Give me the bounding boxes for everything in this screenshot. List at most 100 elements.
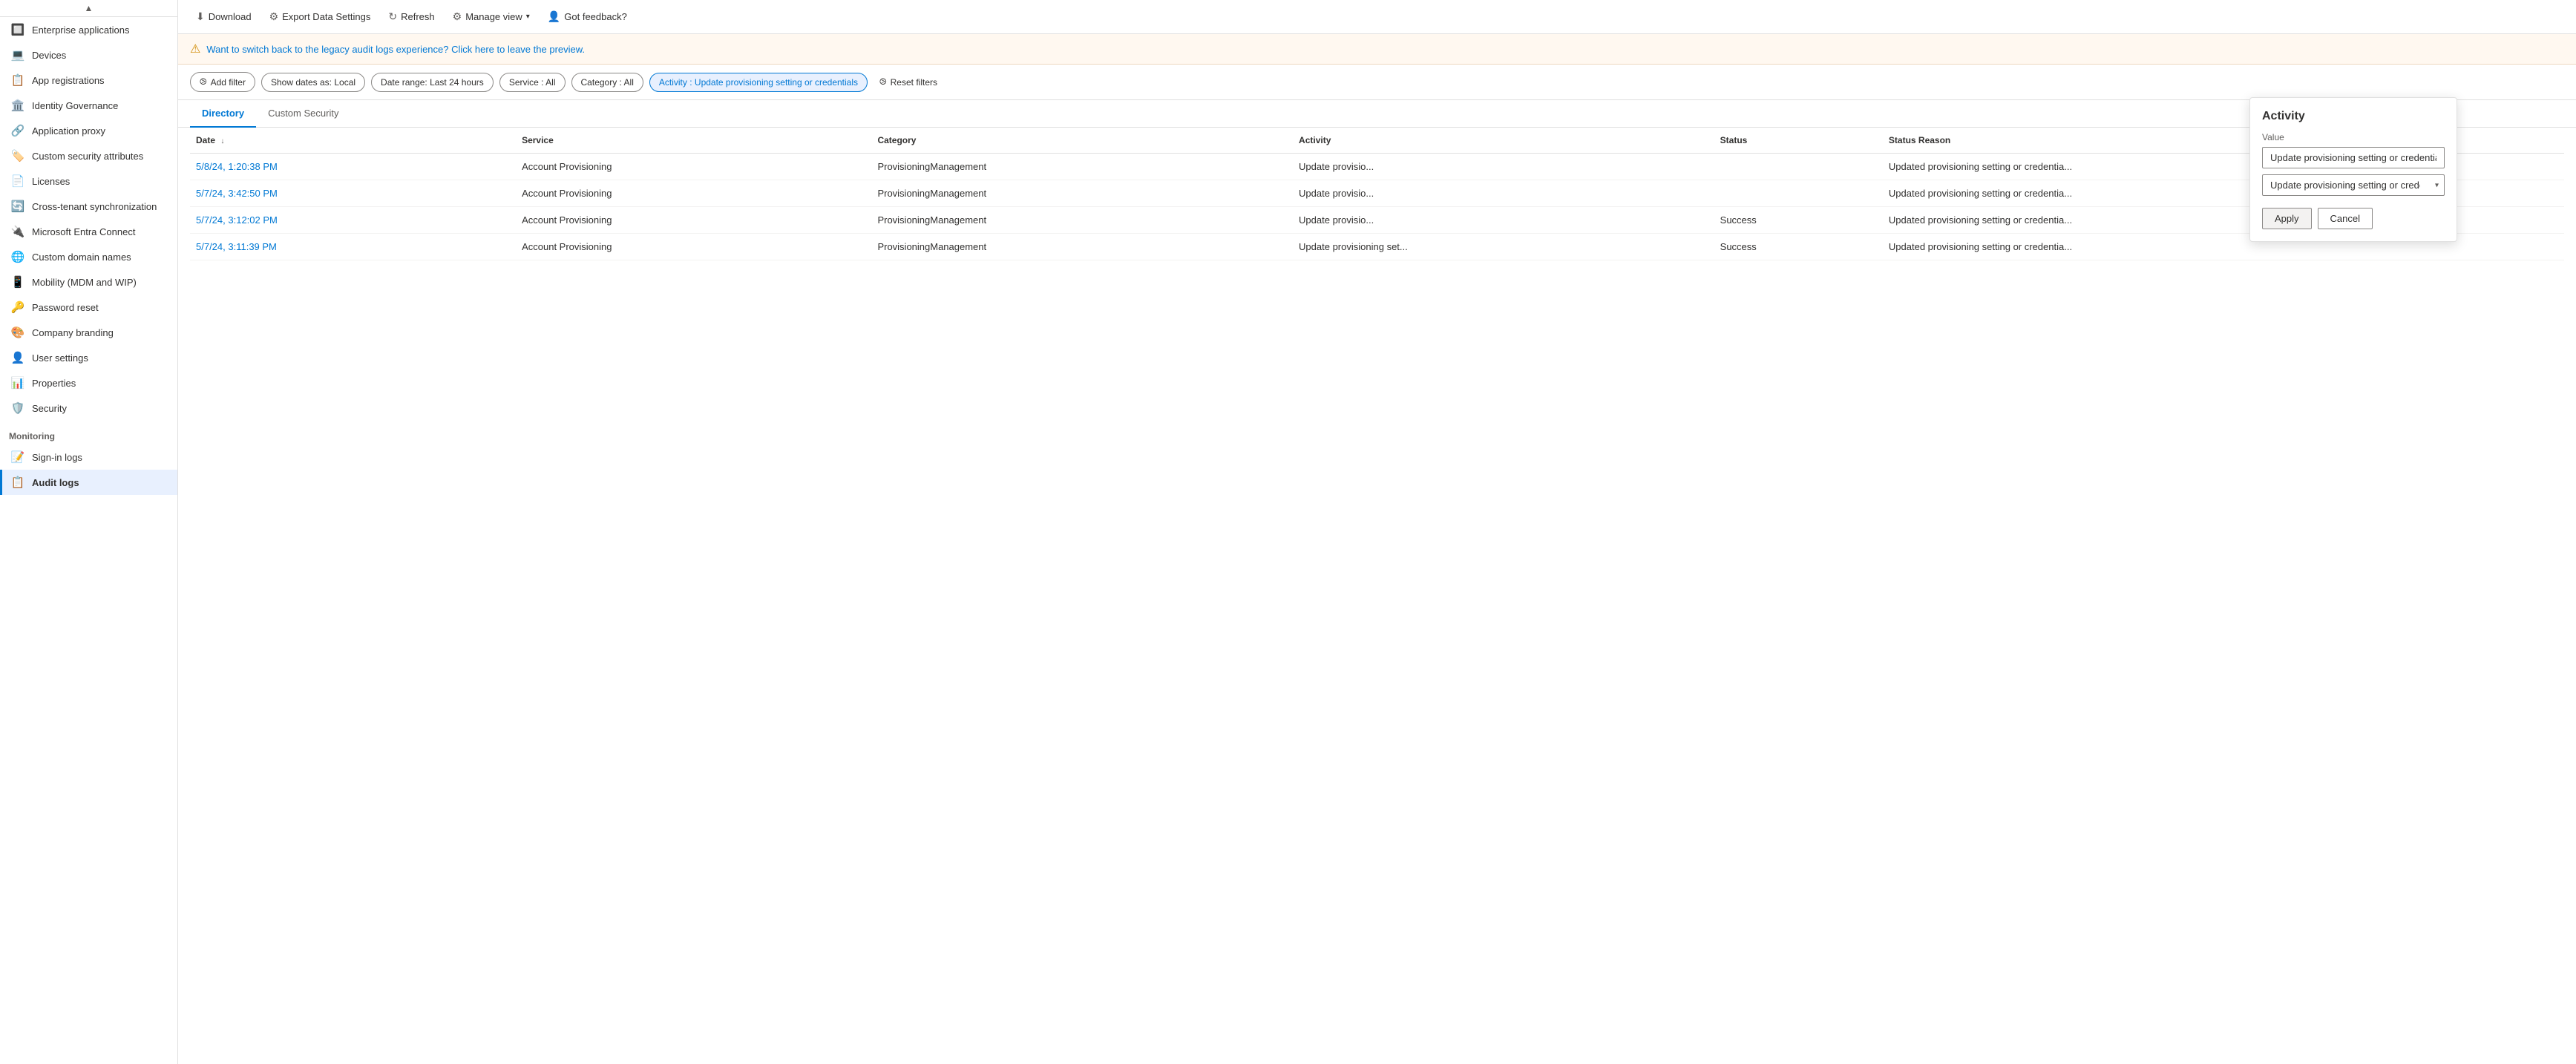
table-header-row: Date ↓ Service Category Activity Status <box>190 128 2564 154</box>
cell-status-reason-2: Updated provisioning setting or credenti… <box>1883 207 2564 234</box>
monitoring-section-label: Monitoring <box>0 421 177 444</box>
user-settings-icon: 👤 <box>11 351 24 364</box>
cell-category-1: ProvisioningManagement <box>871 180 1293 207</box>
refresh-icon: ↻ <box>388 10 397 23</box>
sidebar-item-identity-governance[interactable]: 🏛️ Identity Governance <box>0 93 177 118</box>
sidebar-item-enterprise-applications[interactable]: 🔲 Enterprise applications <box>0 17 177 42</box>
cross-tenant-synchronization-icon: 🔄 <box>11 200 24 213</box>
service-label: Service : All <box>509 77 556 88</box>
apply-button[interactable]: Apply <box>2262 208 2312 229</box>
custom-security-attributes-icon: 🏷️ <box>11 149 24 162</box>
cell-status-1 <box>1714 180 1883 207</box>
devices-label: Devices <box>32 50 66 61</box>
category-filter[interactable]: Category : All <box>571 73 643 92</box>
table-row[interactable]: 5/7/24, 3:42:50 PM Account Provisioning … <box>190 180 2564 207</box>
add-filter-button[interactable]: ⧁ Add filter <box>190 72 255 92</box>
sidebar-item-custom-security-attributes[interactable]: 🏷️ Custom security attributes <box>0 143 177 168</box>
sign-in-logs-icon: 📝 <box>11 450 24 464</box>
activity-select[interactable]: Update provisioning setting or credentia… <box>2262 174 2445 196</box>
column-service: Service <box>516 128 871 154</box>
activity-filter[interactable]: Activity : Update provisioning setting o… <box>649 73 868 92</box>
sidebar-item-mobility-mdm[interactable]: 📱 Mobility (MDM and WIP) <box>0 269 177 295</box>
sidebar-item-sign-in-logs[interactable]: 📝 Sign-in logs <box>0 444 177 470</box>
custom-security-attributes-label: Custom security attributes <box>32 151 143 162</box>
manage-view-button[interactable]: ⚙ Manage view ▾ <box>447 7 536 26</box>
column-category: Category <box>871 128 1293 154</box>
reset-filters-button[interactable]: ⧁ Reset filters <box>874 73 943 91</box>
cell-date-3[interactable]: 5/7/24, 3:11:39 PM <box>190 234 516 260</box>
user-settings-label: User settings <box>32 352 88 364</box>
show-dates-filter[interactable]: Show dates as: Local <box>261 73 365 92</box>
date-range-label: Date range: Last 24 hours <box>381 77 484 88</box>
feedback-icon: 👤 <box>548 10 560 23</box>
password-reset-label: Password reset <box>32 302 99 313</box>
tab-directory[interactable]: Directory <box>190 100 256 128</box>
properties-icon: 📊 <box>11 376 24 390</box>
application-proxy-label: Application proxy <box>32 125 105 137</box>
filter-bar: ⧁ Add filter Show dates as: Local Date r… <box>178 65 2576 100</box>
enterprise-applications-label: Enterprise applications <box>32 24 130 36</box>
manage-view-chevron-icon: ▾ <box>526 13 530 21</box>
category-label: Category : All <box>581 77 634 88</box>
cell-date-0[interactable]: 5/8/24, 1:20:38 PM <box>190 154 516 180</box>
sidebar-item-company-branding[interactable]: 🎨 Company branding <box>0 320 177 345</box>
identity-governance-icon: 🏛️ <box>11 99 24 112</box>
column-date[interactable]: Date ↓ <box>190 128 516 154</box>
cell-date-1[interactable]: 5/7/24, 3:42:50 PM <box>190 180 516 207</box>
notice-warning-icon: ⚠ <box>190 42 200 56</box>
cell-service-3: Account Provisioning <box>516 234 871 260</box>
sidebar-item-password-reset[interactable]: 🔑 Password reset <box>0 295 177 320</box>
sidebar-item-licenses[interactable]: 📄 Licenses <box>0 168 177 194</box>
notice-bar: ⚠ Want to switch back to the legacy audi… <box>178 34 2576 65</box>
sidebar-item-custom-domain-names[interactable]: 🌐 Custom domain names <box>0 244 177 269</box>
identity-governance-label: Identity Governance <box>32 100 118 111</box>
microsoft-entra-connect-icon: 🔌 <box>11 225 24 238</box>
sidebar-item-application-proxy[interactable]: 🔗 Application proxy <box>0 118 177 143</box>
sidebar: ▲ 🔲 Enterprise applications 💻 Devices 📋 … <box>0 0 178 1064</box>
company-branding-icon: 🎨 <box>11 326 24 339</box>
sidebar-item-devices[interactable]: 💻 Devices <box>0 42 177 68</box>
show-dates-label: Show dates as: Local <box>271 77 355 88</box>
sidebar-item-audit-logs[interactable]: 📋 Audit logs <box>0 470 177 495</box>
audit-logs-icon: 📋 <box>11 476 24 489</box>
sign-in-logs-label: Sign-in logs <box>32 452 82 463</box>
cell-category-0: ProvisioningManagement <box>871 154 1293 180</box>
activity-value-input[interactable] <box>2262 147 2445 168</box>
feedback-button[interactable]: 👤 Got feedback? <box>542 7 633 26</box>
sidebar-scroll-indicator: ▲ <box>0 0 177 17</box>
microsoft-entra-connect-label: Microsoft Entra Connect <box>32 226 135 237</box>
service-filter[interactable]: Service : All <box>499 73 566 92</box>
cell-date-2[interactable]: 5/7/24, 3:12:02 PM <box>190 207 516 234</box>
tab-custom-security[interactable]: Custom Security <box>256 100 350 128</box>
activity-popup: Activity Value Update provisioning setti… <box>2249 97 2457 242</box>
sidebar-item-microsoft-entra-connect[interactable]: 🔌 Microsoft Entra Connect <box>0 219 177 244</box>
sidebar-item-properties[interactable]: 📊 Properties <box>0 370 177 395</box>
sidebar-item-app-registrations[interactable]: 📋 App registrations <box>0 68 177 93</box>
refresh-button[interactable]: ↻ Refresh <box>382 7 440 26</box>
download-button[interactable]: ⬇ Download <box>190 7 258 26</box>
popup-value-label: Value <box>2262 132 2445 142</box>
cell-service-0: Account Provisioning <box>516 154 871 180</box>
app-registrations-icon: 📋 <box>11 73 24 87</box>
sidebar-item-user-settings[interactable]: 👤 User settings <box>0 345 177 370</box>
cell-service-2: Account Provisioning <box>516 207 871 234</box>
sidebar-item-cross-tenant-synchronization[interactable]: 🔄 Cross-tenant synchronization <box>0 194 177 219</box>
cell-category-3: ProvisioningManagement <box>871 234 1293 260</box>
properties-label: Properties <box>32 378 76 389</box>
licenses-label: Licenses <box>32 176 70 187</box>
main-content: ⬇ Download ⚙ Export Data Settings ↻ Refr… <box>178 0 2576 1064</box>
download-icon: ⬇ <box>196 10 205 23</box>
table-row[interactable]: 5/8/24, 1:20:38 PM Account Provisioning … <box>190 154 2564 180</box>
sidebar-item-security[interactable]: 🛡️ Security <box>0 395 177 421</box>
date-range-filter[interactable]: Date range: Last 24 hours <box>371 73 494 92</box>
table-row[interactable]: 5/7/24, 3:11:39 PM Account Provisioning … <box>190 234 2564 260</box>
table-row[interactable]: 5/7/24, 3:12:02 PM Account Provisioning … <box>190 207 2564 234</box>
export-data-settings-button[interactable]: ⚙ Export Data Settings <box>263 7 377 26</box>
cancel-button[interactable]: Cancel <box>2318 208 2373 229</box>
devices-icon: 💻 <box>11 48 24 62</box>
notice-text[interactable]: Want to switch back to the legacy audit … <box>206 44 585 55</box>
company-branding-label: Company branding <box>32 327 114 338</box>
cell-status-reason-3: Updated provisioning setting or credenti… <box>1883 234 2564 260</box>
export-icon: ⚙ <box>269 10 279 23</box>
sidebar-scroll-up-button[interactable]: ▲ <box>85 3 94 13</box>
